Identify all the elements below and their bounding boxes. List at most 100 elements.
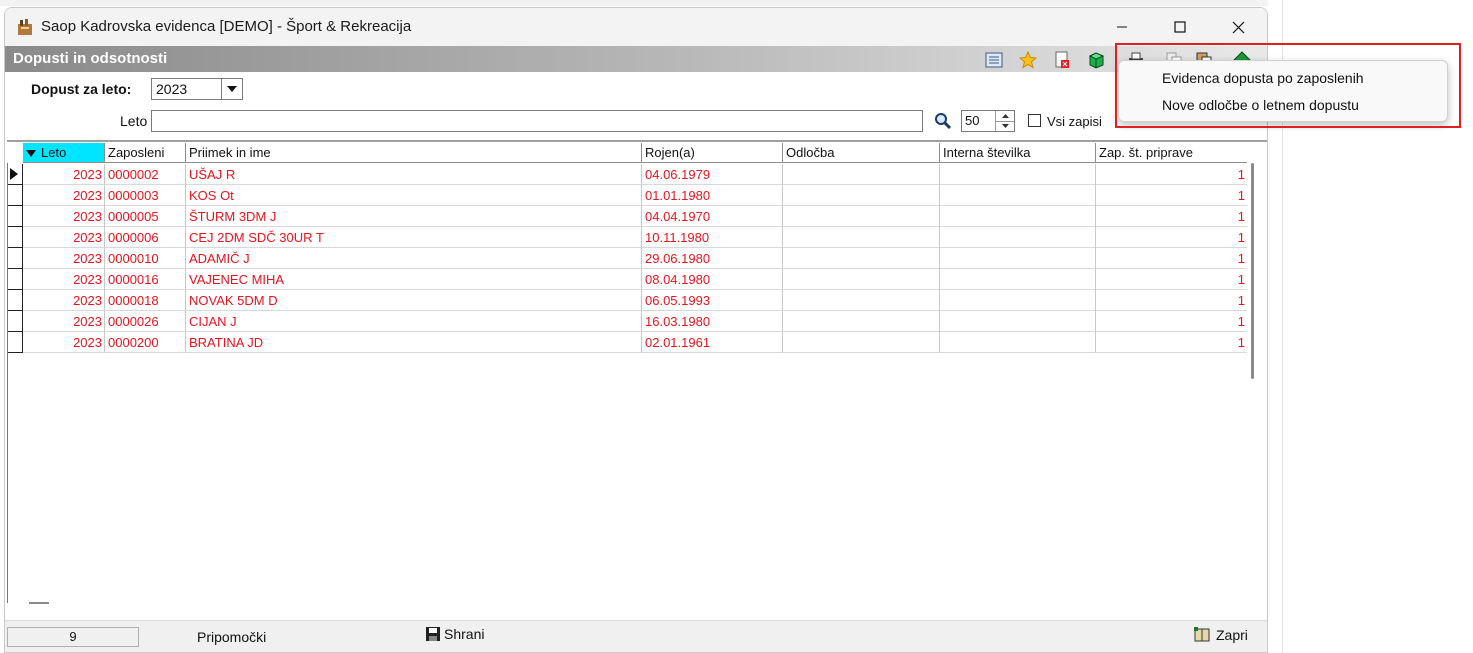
- column-header-name[interactable]: Priimek in ime: [186, 143, 642, 163]
- row-indicator[interactable]: [7, 269, 23, 290]
- cell-internal-number[interactable]: [940, 311, 1096, 332]
- cell-birthdate[interactable]: 06.05.1993: [642, 290, 783, 311]
- row-indicator[interactable]: [7, 248, 23, 269]
- cell-internal-number[interactable]: [940, 185, 1096, 206]
- cell-decision[interactable]: [783, 311, 940, 332]
- cell-decision[interactable]: [783, 164, 940, 185]
- cube-button[interactable]: [1085, 50, 1107, 70]
- cell-leto[interactable]: 2023: [23, 227, 105, 248]
- cell-decision[interactable]: [783, 227, 940, 248]
- horizontal-scrollbar[interactable]: [29, 602, 49, 604]
- list-view-button[interactable]: [983, 50, 1005, 70]
- cell-name[interactable]: CEJ 2DM SDČ 30UR T: [186, 227, 642, 248]
- cell-prep-number[interactable]: 1: [1096, 206, 1247, 227]
- cell-zaposleni[interactable]: 0000003: [105, 185, 186, 206]
- cell-name[interactable]: BRATINA JD: [186, 332, 642, 353]
- cell-prep-number[interactable]: 1: [1096, 269, 1247, 290]
- maximize-button[interactable]: [1151, 8, 1209, 46]
- cell-leto[interactable]: 2023: [23, 311, 105, 332]
- cell-decision[interactable]: [783, 206, 940, 227]
- cell-leto[interactable]: 2023: [23, 269, 105, 290]
- cell-internal-number[interactable]: [940, 290, 1096, 311]
- cell-decision[interactable]: [783, 332, 940, 353]
- search-input[interactable]: [151, 110, 923, 132]
- cell-name[interactable]: UŠAJ R: [186, 164, 642, 185]
- close-button[interactable]: Zapri: [1193, 626, 1248, 644]
- record-limit-spinner[interactable]: 50: [961, 110, 1015, 132]
- cell-zaposleni[interactable]: 0000018: [105, 290, 186, 311]
- column-header-decision[interactable]: Odločba: [783, 143, 940, 163]
- cell-leto[interactable]: 2023: [23, 206, 105, 227]
- all-records-checkbox[interactable]: [1028, 114, 1041, 127]
- cell-internal-number[interactable]: [940, 248, 1096, 269]
- search-button[interactable]: [931, 110, 955, 132]
- cell-name[interactable]: VAJENEC MIHA: [186, 269, 642, 290]
- cell-leto[interactable]: 2023: [23, 332, 105, 353]
- spinner-down-button[interactable]: [996, 121, 1014, 131]
- cell-leto[interactable]: 2023: [23, 290, 105, 311]
- delete-document-button[interactable]: [1051, 50, 1073, 70]
- row-indicator[interactable]: [7, 164, 23, 185]
- row-indicator[interactable]: [7, 206, 23, 227]
- cell-prep-number[interactable]: 1: [1096, 164, 1247, 185]
- cell-zaposleni[interactable]: 0000002: [105, 164, 186, 185]
- cell-birthdate[interactable]: 04.04.1970: [642, 206, 783, 227]
- cell-internal-number[interactable]: [940, 227, 1096, 248]
- cell-prep-number[interactable]: 1: [1096, 332, 1247, 353]
- column-header-internal-number[interactable]: Interna številka: [940, 143, 1096, 163]
- favorite-button[interactable]: [1017, 50, 1039, 70]
- cell-name[interactable]: KOS Ot: [186, 185, 642, 206]
- year-select-value: 2023: [156, 81, 188, 97]
- save-button[interactable]: Shrani: [425, 626, 484, 642]
- cell-internal-number[interactable]: [940, 332, 1096, 353]
- row-indicator[interactable]: [7, 332, 23, 353]
- cell-zaposleni[interactable]: 0000200: [105, 332, 186, 353]
- cell-birthdate[interactable]: 02.01.1961: [642, 332, 783, 353]
- cell-name[interactable]: ADAMIČ J: [186, 248, 642, 269]
- cell-prep-number[interactable]: 1: [1096, 290, 1247, 311]
- row-indicator[interactable]: [7, 185, 23, 206]
- cell-birthdate[interactable]: 29.06.1980: [642, 248, 783, 269]
- cell-zaposleni[interactable]: 0000005: [105, 206, 186, 227]
- cell-birthdate[interactable]: 04.06.1979: [642, 164, 783, 185]
- column-header-zaposleni[interactable]: Zaposleni: [105, 143, 186, 163]
- year-select[interactable]: 2023: [151, 78, 243, 100]
- cell-prep-number[interactable]: 1: [1096, 185, 1247, 206]
- cell-zaposleni[interactable]: 0000026: [105, 311, 186, 332]
- cell-decision[interactable]: [783, 248, 940, 269]
- column-header-prep-number[interactable]: Zap. št. priprave: [1096, 143, 1247, 163]
- column-header-leto[interactable]: Leto: [23, 143, 105, 163]
- vertical-scrollbar[interactable]: [1251, 163, 1254, 379]
- column-header-birthdate[interactable]: Rojen(a): [642, 143, 783, 163]
- close-window-button[interactable]: [1209, 8, 1267, 46]
- sort-desc-icon: [26, 150, 36, 158]
- cell-prep-number[interactable]: 1: [1096, 227, 1247, 248]
- cell-birthdate[interactable]: 16.03.1980: [642, 311, 783, 332]
- cell-leto[interactable]: 2023: [23, 164, 105, 185]
- cell-name[interactable]: ŠTURM 3DM J: [186, 206, 642, 227]
- cell-leto[interactable]: 2023: [23, 248, 105, 269]
- cell-prep-number[interactable]: 1: [1096, 311, 1247, 332]
- cell-name[interactable]: NOVAK 5DM D: [186, 290, 642, 311]
- row-indicator[interactable]: [7, 290, 23, 311]
- cell-decision[interactable]: [783, 269, 940, 290]
- chevron-down-icon[interactable]: [221, 79, 242, 99]
- cell-zaposleni[interactable]: 0000006: [105, 227, 186, 248]
- cell-birthdate[interactable]: 08.04.1980: [642, 269, 783, 290]
- row-indicator[interactable]: [7, 227, 23, 248]
- minimize-button[interactable]: [1093, 8, 1151, 46]
- cell-zaposleni[interactable]: 0000010: [105, 248, 186, 269]
- cell-name[interactable]: CIJAN J: [186, 311, 642, 332]
- row-indicator[interactable]: [7, 311, 23, 332]
- cell-birthdate[interactable]: 10.11.1980: [642, 227, 783, 248]
- tools-button[interactable]: Pripomočki: [197, 629, 266, 645]
- cell-prep-number[interactable]: 1: [1096, 248, 1247, 269]
- cell-internal-number[interactable]: [940, 269, 1096, 290]
- cell-leto[interactable]: 2023: [23, 185, 105, 206]
- cell-zaposleni[interactable]: 0000016: [105, 269, 186, 290]
- cell-decision[interactable]: [783, 185, 940, 206]
- cell-internal-number[interactable]: [940, 164, 1096, 185]
- cell-decision[interactable]: [783, 290, 940, 311]
- cell-birthdate[interactable]: 01.01.1980: [642, 185, 783, 206]
- cell-internal-number[interactable]: [940, 206, 1096, 227]
